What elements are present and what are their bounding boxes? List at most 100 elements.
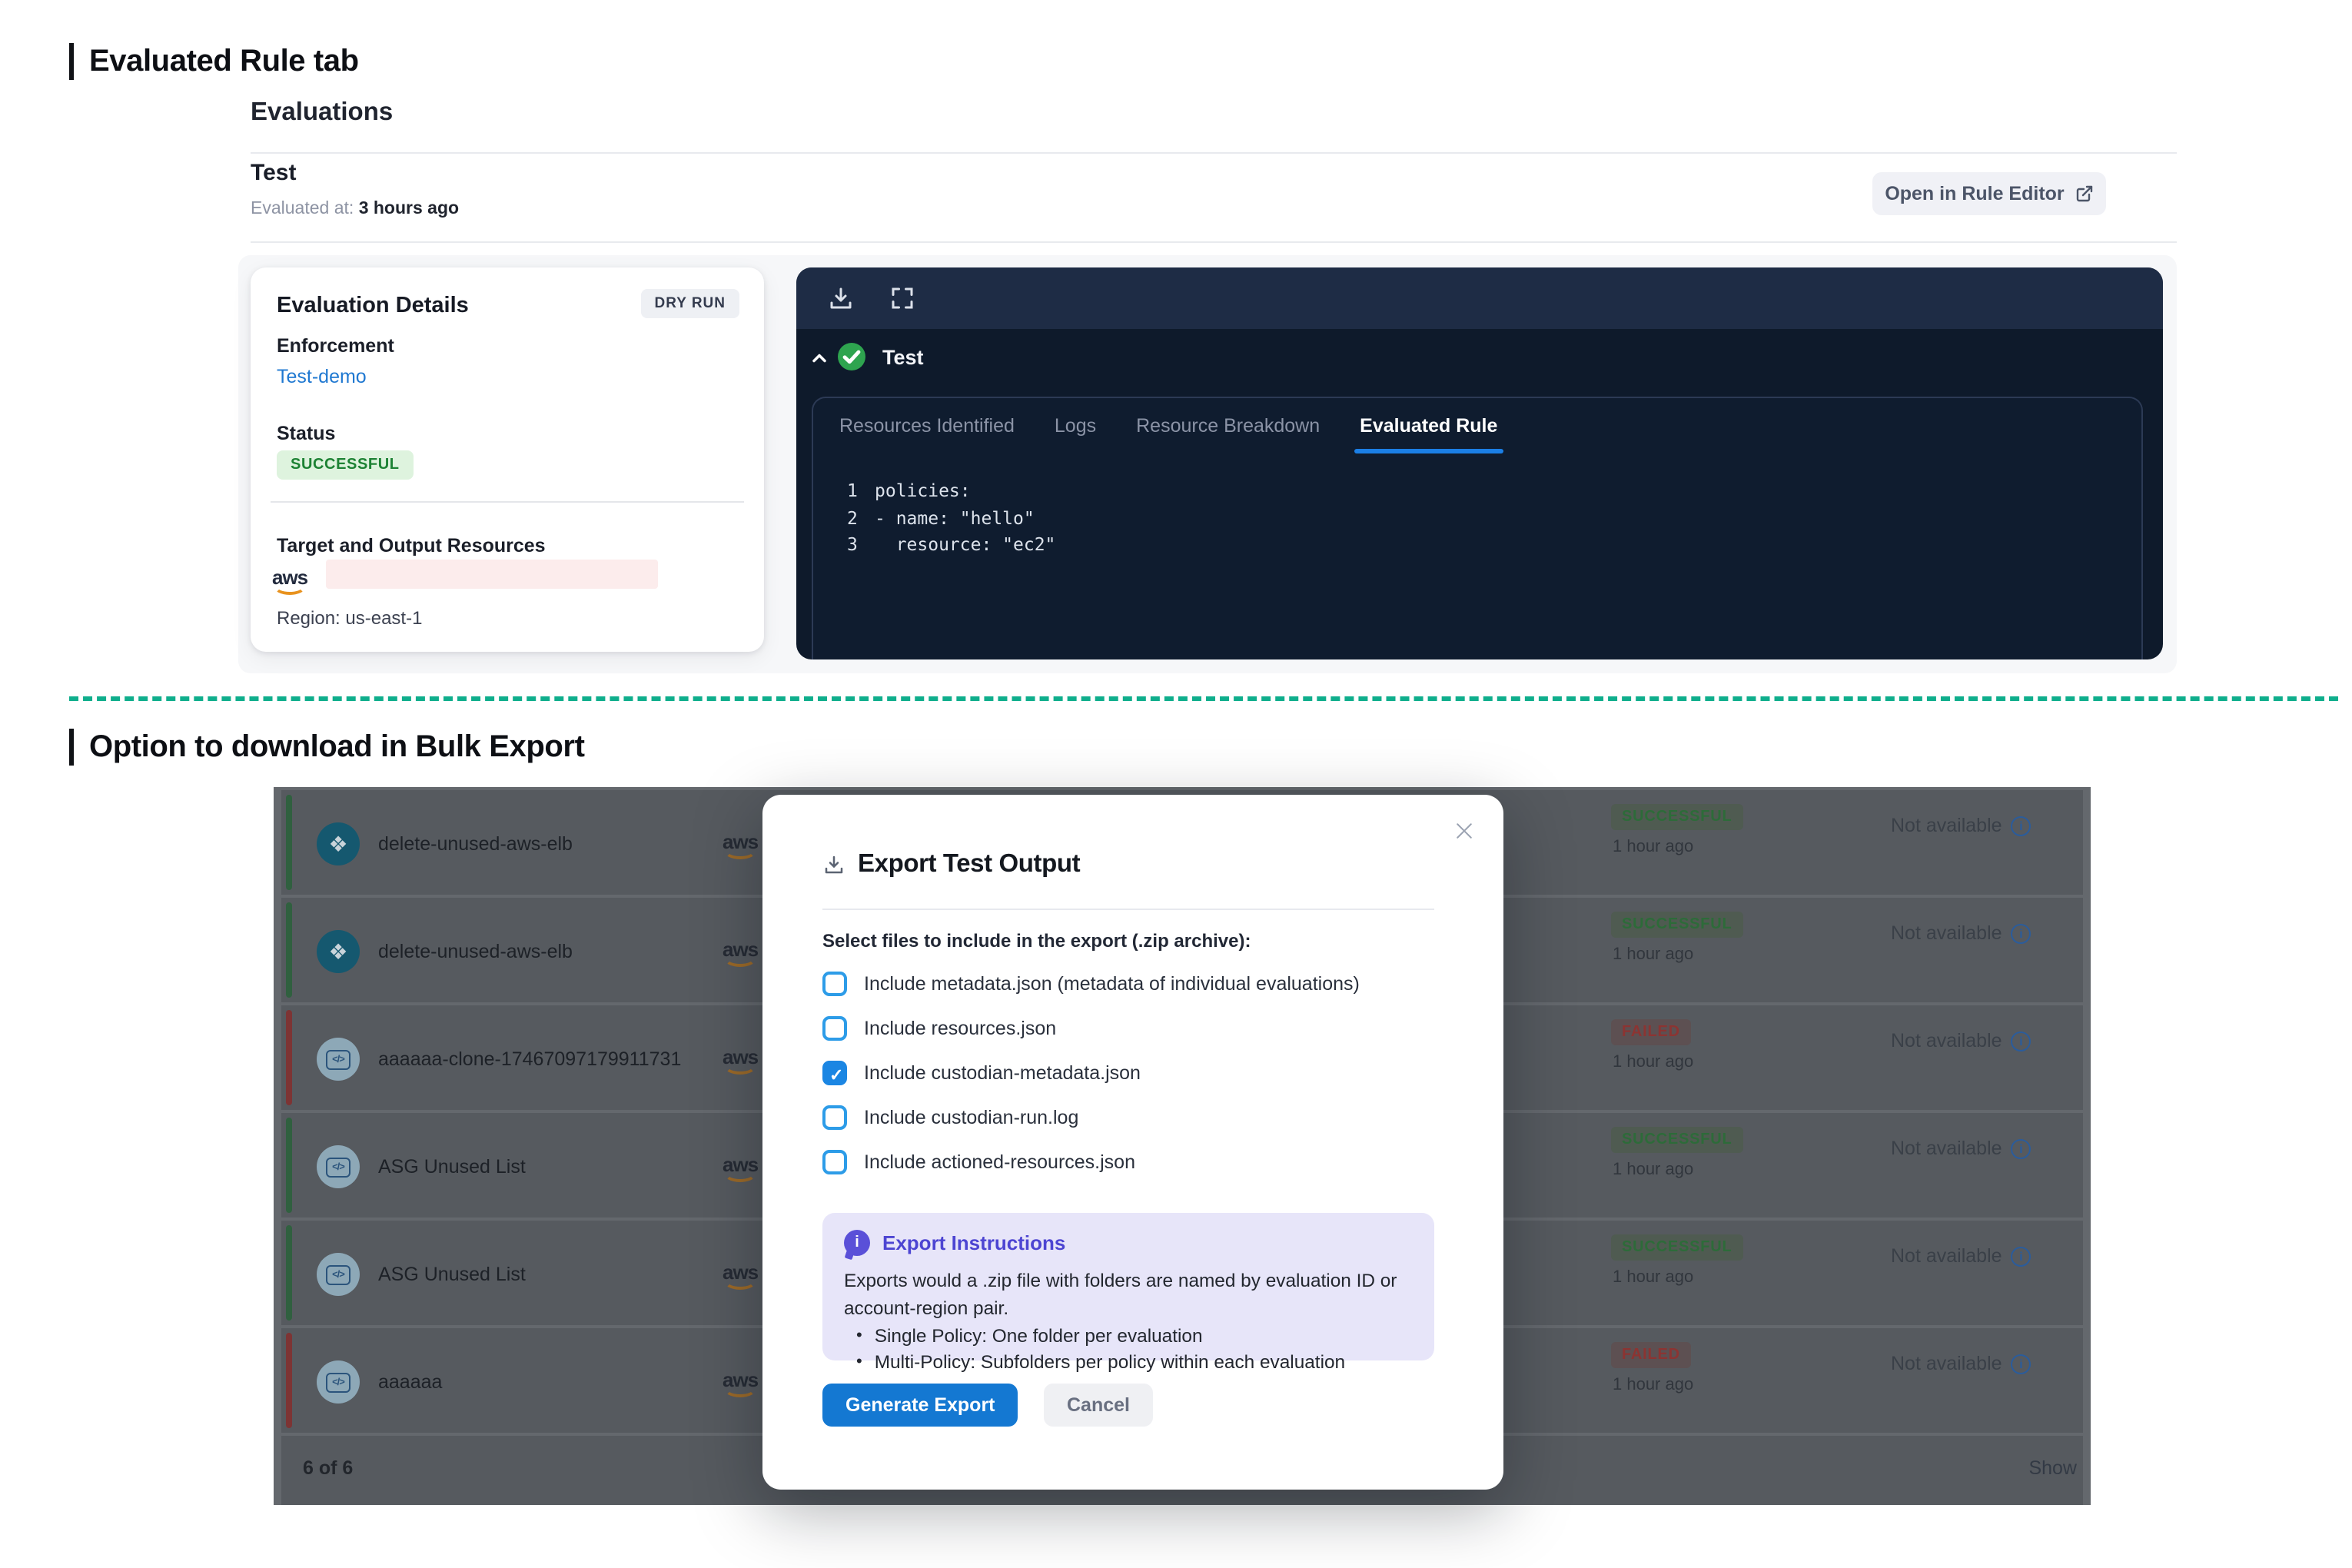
collapse-chevron-icon[interactable] — [809, 347, 830, 369]
target-resources-label: Target and Output Resources — [277, 535, 546, 556]
availability-text: Not available — [1891, 922, 2002, 944]
evaluated-at-value: 3 hours ago — [359, 200, 459, 218]
instructions-bullet: •Single Policy: One folder per evaluatio… — [844, 1324, 1413, 1348]
availability-text: Not available — [1891, 815, 2002, 836]
aws-logo: aws — [272, 566, 307, 589]
row-time: 1 hour ago — [1613, 1161, 1693, 1179]
evaluated-at: Evaluated at: 3 hours ago — [251, 200, 459, 218]
info-icon[interactable] — [2011, 1031, 2031, 1051]
close-icon[interactable] — [1453, 819, 1476, 842]
tab-resources-identified[interactable]: Resources Identified — [836, 398, 1018, 453]
info-icon[interactable] — [2011, 923, 2031, 943]
checkbox-custodian-run-log[interactable]: Include custodian-run.log — [822, 1105, 1078, 1130]
availability: Not available — [1891, 1138, 2031, 1159]
evaluations-title: Evaluations — [251, 98, 393, 128]
status-badge: SUCCESSFUL — [1611, 804, 1743, 830]
bullet-text: Multi-Policy: Subfolders per policy with… — [875, 1350, 1345, 1374]
policy-diamond-icon: ❖ — [317, 930, 360, 973]
status-bar — [286, 1225, 292, 1321]
region-text: Region: us-east-1 — [277, 607, 422, 629]
instructions-line1: Exports would a .zip file with folders a… — [844, 1270, 1397, 1291]
availability: Not available — [1891, 1245, 2031, 1267]
code-policy-icon: </> — [317, 1145, 360, 1188]
code-line: resource: "ec2" — [875, 533, 1055, 555]
instructions-header: i Export Instructions — [844, 1230, 1413, 1256]
code-policy-icon: </> — [317, 1038, 360, 1081]
checkbox-label: Include actioned-resources.json — [864, 1151, 1135, 1173]
checkbox-actioned-resources-json[interactable]: Include actioned-resources.json — [822, 1150, 1135, 1174]
info-icon[interactable] — [2011, 1354, 2031, 1374]
checkbox-unchecked[interactable] — [822, 1016, 847, 1041]
bullet-dot: • — [856, 1324, 862, 1348]
row-count: 6 of 6 — [303, 1457, 353, 1479]
evaluation-name: Test — [251, 160, 296, 186]
tab-logs[interactable]: Logs — [1051, 398, 1099, 453]
checkbox-checked[interactable] — [822, 1061, 847, 1085]
export-modal: Export Test Output Select files to inclu… — [762, 795, 1503, 1490]
run-name: Test — [882, 346, 924, 369]
fullscreen-icon[interactable] — [889, 284, 916, 312]
info-icon[interactable] — [2011, 1246, 2031, 1266]
row-name: delete-unused-aws-elb — [378, 941, 573, 962]
info-icon[interactable] — [2011, 816, 2031, 835]
code-chip-glyph: </> — [326, 1049, 350, 1069]
enforcement-label: Enforcement — [277, 335, 394, 357]
checkbox-unchecked[interactable] — [822, 972, 847, 996]
status-bar — [286, 1118, 292, 1213]
checkbox-unchecked[interactable] — [822, 1105, 847, 1130]
availability-text: Not available — [1891, 1245, 2002, 1267]
enforcement-link[interactable]: Test-demo — [277, 366, 367, 387]
open-in-rule-editor-label: Open in Rule Editor — [1885, 183, 2064, 204]
instructions-line2: account-region pair. — [844, 1297, 1008, 1319]
modal-title: Export Test Output — [858, 850, 1080, 879]
aws-logo: aws — [723, 936, 758, 964]
evaluation-details-card: Evaluation Details DRY RUN Enforcement T… — [251, 267, 764, 652]
code-chip-glyph: </> — [326, 1264, 350, 1284]
aws-logo-text: aws — [723, 1368, 758, 1391]
external-link-icon — [2075, 184, 2094, 203]
generate-export-button[interactable]: Generate Export — [822, 1384, 1018, 1427]
target-resource: aws — [272, 564, 307, 592]
checkbox-custodian-metadata-json[interactable]: Include custodian-metadata.json — [822, 1061, 1141, 1085]
status-bar — [286, 1333, 292, 1428]
checkbox-label: Include custodian-run.log — [864, 1107, 1078, 1128]
diamond-glyph: ❖ — [328, 831, 347, 857]
checkbox-metadata-json[interactable]: Include metadata.json (metadata of indiv… — [822, 972, 1360, 996]
section-heading-evaluated-rule: Evaluated Rule tab — [69, 43, 359, 80]
divider — [251, 152, 2177, 154]
bullet-dot: • — [856, 1350, 862, 1374]
row-time: 1 hour ago — [1613, 838, 1693, 856]
status-badge: FAILED — [1611, 1019, 1691, 1045]
export-instructions-box: i Export Instructions Exports would a .z… — [822, 1213, 1434, 1360]
aws-logo-text: aws — [723, 938, 758, 961]
show-per-page[interactable]: Show — [2028, 1457, 2077, 1479]
code-line: - name: "hello" — [875, 507, 1035, 528]
aws-logo: aws — [723, 829, 758, 856]
checkbox-label: Include metadata.json (metadata of indiv… — [864, 973, 1360, 995]
download-icon — [822, 853, 845, 876]
row-time: 1 hour ago — [1613, 1376, 1693, 1394]
status-badge: SUCCESSFUL — [1611, 912, 1743, 938]
divider — [822, 909, 1434, 910]
tab-evaluated-rule[interactable]: Evaluated Rule — [1357, 398, 1500, 453]
row-time: 1 hour ago — [1613, 1268, 1693, 1287]
checkbox-unchecked[interactable] — [822, 1150, 847, 1174]
availability-text: Not available — [1891, 1030, 2002, 1051]
download-icon[interactable] — [827, 284, 855, 312]
line-number: 3 — [847, 532, 875, 559]
status-badge: SUCCESSFUL — [277, 450, 414, 480]
code-line: policies: — [875, 480, 971, 501]
row-time: 1 hour ago — [1613, 1053, 1693, 1071]
availability-text: Not available — [1891, 1353, 2002, 1374]
info-icon[interactable] — [2011, 1138, 2031, 1158]
status-badge: SUCCESSFUL — [1611, 1234, 1743, 1261]
page: Evaluated Rule tab Evaluations Test Eval… — [0, 0, 2352, 1568]
instructions-body: Exports would a .zip file with folders a… — [844, 1267, 1413, 1322]
open-in-rule-editor-button[interactable]: Open in Rule Editor — [1872, 172, 2106, 215]
cancel-button[interactable]: Cancel — [1044, 1384, 1153, 1427]
checkbox-resources-json[interactable]: Include resources.json — [822, 1016, 1056, 1041]
row-name: aaaaaa — [378, 1371, 442, 1393]
viewer-tab-panel: Resources Identified Logs Resource Break… — [812, 397, 2143, 659]
tab-resource-breakdown[interactable]: Resource Breakdown — [1133, 398, 1323, 453]
section-heading-bulk-export: Option to download in Bulk Export — [69, 729, 585, 766]
